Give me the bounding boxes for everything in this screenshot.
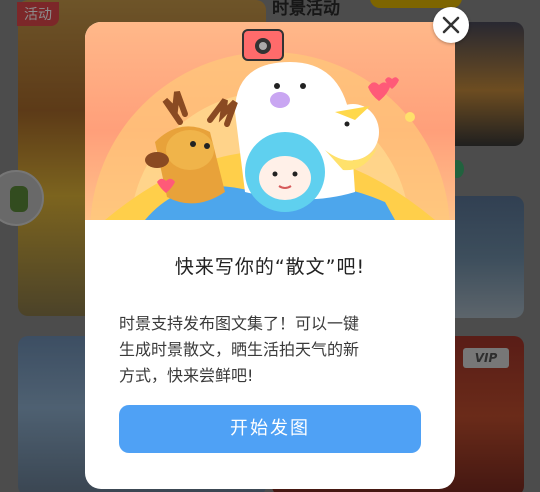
description-line: 方式，快来尝鲜吧! — [119, 366, 254, 385]
description-line: 时景支持发布图文集了！可以一键 — [119, 314, 360, 333]
mascot-illustration — [90, 29, 450, 220]
start-posting-button[interactable]: 开始发图 — [119, 405, 421, 453]
feature-announcement-modal: 快来写你的“散文”吧! 时景支持发布图文集了！可以一键 生成时景散文，晒生活拍天… — [85, 22, 455, 489]
close-icon — [442, 16, 460, 34]
close-modal-button[interactable] — [433, 7, 469, 43]
modal-description: 时景支持发布图文集了！可以一键 生成时景散文，晒生活拍天气的新 方式，快来尝鲜吧… — [119, 311, 425, 389]
modal-title: 快来写你的“散文”吧! — [174, 256, 366, 278]
hero-illustration — [85, 22, 455, 220]
description-line: 生成时景散文，晒生活拍天气的新 — [119, 340, 360, 359]
